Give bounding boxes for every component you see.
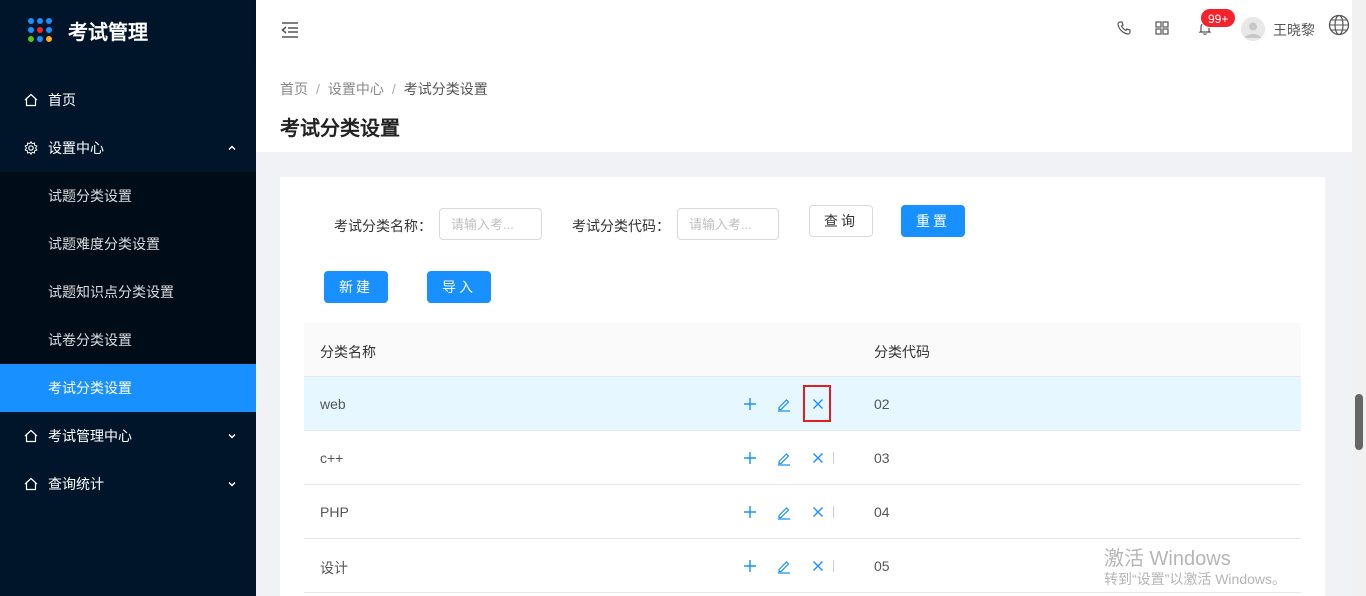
sidebar-item-label: 首页 [48,92,76,108]
category-code-cell: 04 [874,504,890,520]
gear-icon [24,141,38,155]
home-icon [24,429,38,443]
sidebar-item-question-category[interactable]: 试题分类设置 [0,172,256,220]
activation-watermark-subtitle: 转到“设置”以激活 Windows。 [1104,571,1287,587]
code-filter-input[interactable] [677,208,779,240]
action-divider [833,560,834,572]
page-scrollbar[interactable] [1352,0,1366,596]
sidebar-item-home[interactable]: 首页 [0,76,256,124]
edit-icon[interactable] [776,396,792,412]
code-filter-label: 考试分类代码： [572,218,670,234]
menu-fold-icon[interactable] [280,20,300,40]
chevron-down-icon [228,481,236,487]
phone-icon[interactable] [1116,20,1132,36]
add-icon[interactable] [742,396,758,412]
delete-icon[interactable] [810,504,826,520]
sidebar-item-paper-category[interactable]: 试卷分类设置 [0,316,256,364]
delete-icon[interactable] [810,558,826,574]
delete-icon[interactable] [810,396,826,412]
action-divider [833,452,834,464]
delete-icon[interactable] [810,450,826,466]
apps-grid-icon[interactable] [1154,20,1170,36]
category-code-cell: 03 [874,450,890,466]
sidebar-item-settings[interactable]: 设置中心 [0,124,256,172]
breadcrumb-settings[interactable]: 设置中心 [328,81,384,97]
column-header-name: 分类名称 [320,344,376,360]
sidebar-item-knowledge-category[interactable]: 试题知识点分类设置 [0,268,256,316]
home-icon [24,93,38,107]
sidebar-item-label: 考试分类设置 [48,380,132,396]
sidebar-item-label: 试题知识点分类设置 [48,284,174,300]
chevron-up-icon [228,145,236,151]
username[interactable]: 王晓黎 [1273,20,1315,40]
chevron-down-icon [228,433,236,439]
table-row[interactable]: PHP 04 [304,485,1301,539]
new-button[interactable]: 新建 [324,271,388,303]
notification-badge[interactable]: 99+ [1200,8,1237,28]
reset-button[interactable]: 重置 [901,205,965,237]
add-icon[interactable] [742,504,758,520]
breadcrumb-home[interactable]: 首页 [280,81,308,97]
sidebar-item-label: 试题难度分类设置 [48,236,160,252]
sidebar-item-exam-category[interactable]: 考试分类设置 [0,364,256,412]
page-header: 首页 / 设置中心 / 考试分类设置 考试分类设置 [256,60,1352,152]
category-code-cell: 02 [874,396,890,412]
top-header: 99+ 王晓黎 [256,0,1366,60]
table-row[interactable]: c++ 03 [304,431,1301,485]
avatar[interactable] [1241,17,1265,41]
name-filter-input[interactable] [439,208,542,240]
action-divider [833,506,834,518]
settings-submenu: 试题分类设置 试题难度分类设置 试题知识点分类设置 试卷分类设置 考试分类设置 [0,172,256,412]
sidebar: 考试管理 首页 设置中心 试题分类设置 试题难度分类设置 试题知识点分类设置 试… [0,0,256,596]
table-row[interactable]: web 02 [304,377,1301,431]
category-name-cell: PHP [320,504,349,520]
category-name-cell: 设计 [320,560,348,576]
table-header: 分类名称 分类代码 [304,323,1301,377]
sidebar-item-label: 试题分类设置 [48,188,132,204]
query-button[interactable]: 查询 [809,205,873,237]
app-title: 考试管理 [68,21,148,44]
content-card: 考试分类名称： 考试分类代码： 查询 重置 新建 导入 分类名称 分类代码 we… [280,177,1325,596]
sidebar-item-difficulty-category[interactable]: 试题难度分类设置 [0,220,256,268]
edit-icon[interactable] [776,504,792,520]
sidebar-item-label: 试卷分类设置 [48,332,132,348]
edit-icon[interactable] [776,450,792,466]
scrollbar-thumb[interactable] [1355,394,1363,450]
sidebar-menu: 首页 设置中心 试题分类设置 试题难度分类设置 试题知识点分类设置 试卷分类设置 [0,76,256,508]
breadcrumb-current: 考试分类设置 [403,81,488,97]
sidebar-item-label: 查询统计 [48,476,104,492]
globe-icon[interactable] [1328,14,1350,36]
breadcrumb-separator: / [391,81,396,97]
column-header-code: 分类代码 [874,344,930,360]
breadcrumb: 首页 / 设置中心 / 考试分类设置 [280,79,488,99]
logo-icon [28,18,52,42]
sidebar-item-label: 考试管理中心 [48,428,132,444]
name-filter-label: 考试分类名称： [334,218,432,234]
category-name-cell: web [320,396,346,412]
add-icon[interactable] [742,450,758,466]
activation-watermark-title: 激活 Windows [1104,548,1231,570]
category-name-cell: c++ [320,450,344,466]
home-icon [24,477,38,491]
page-title: 考试分类设置 [280,118,400,140]
edit-icon[interactable] [776,558,792,574]
breadcrumb-separator: / [316,81,320,97]
app-logo[interactable]: 考试管理 [0,0,256,60]
add-icon[interactable] [742,558,758,574]
sidebar-item-label: 设置中心 [48,140,104,156]
sidebar-item-exam-management[interactable]: 考试管理中心 [0,412,256,460]
category-code-cell: 05 [874,558,890,574]
sidebar-item-statistics[interactable]: 查询统计 [0,460,256,508]
import-button[interactable]: 导入 [427,271,491,303]
